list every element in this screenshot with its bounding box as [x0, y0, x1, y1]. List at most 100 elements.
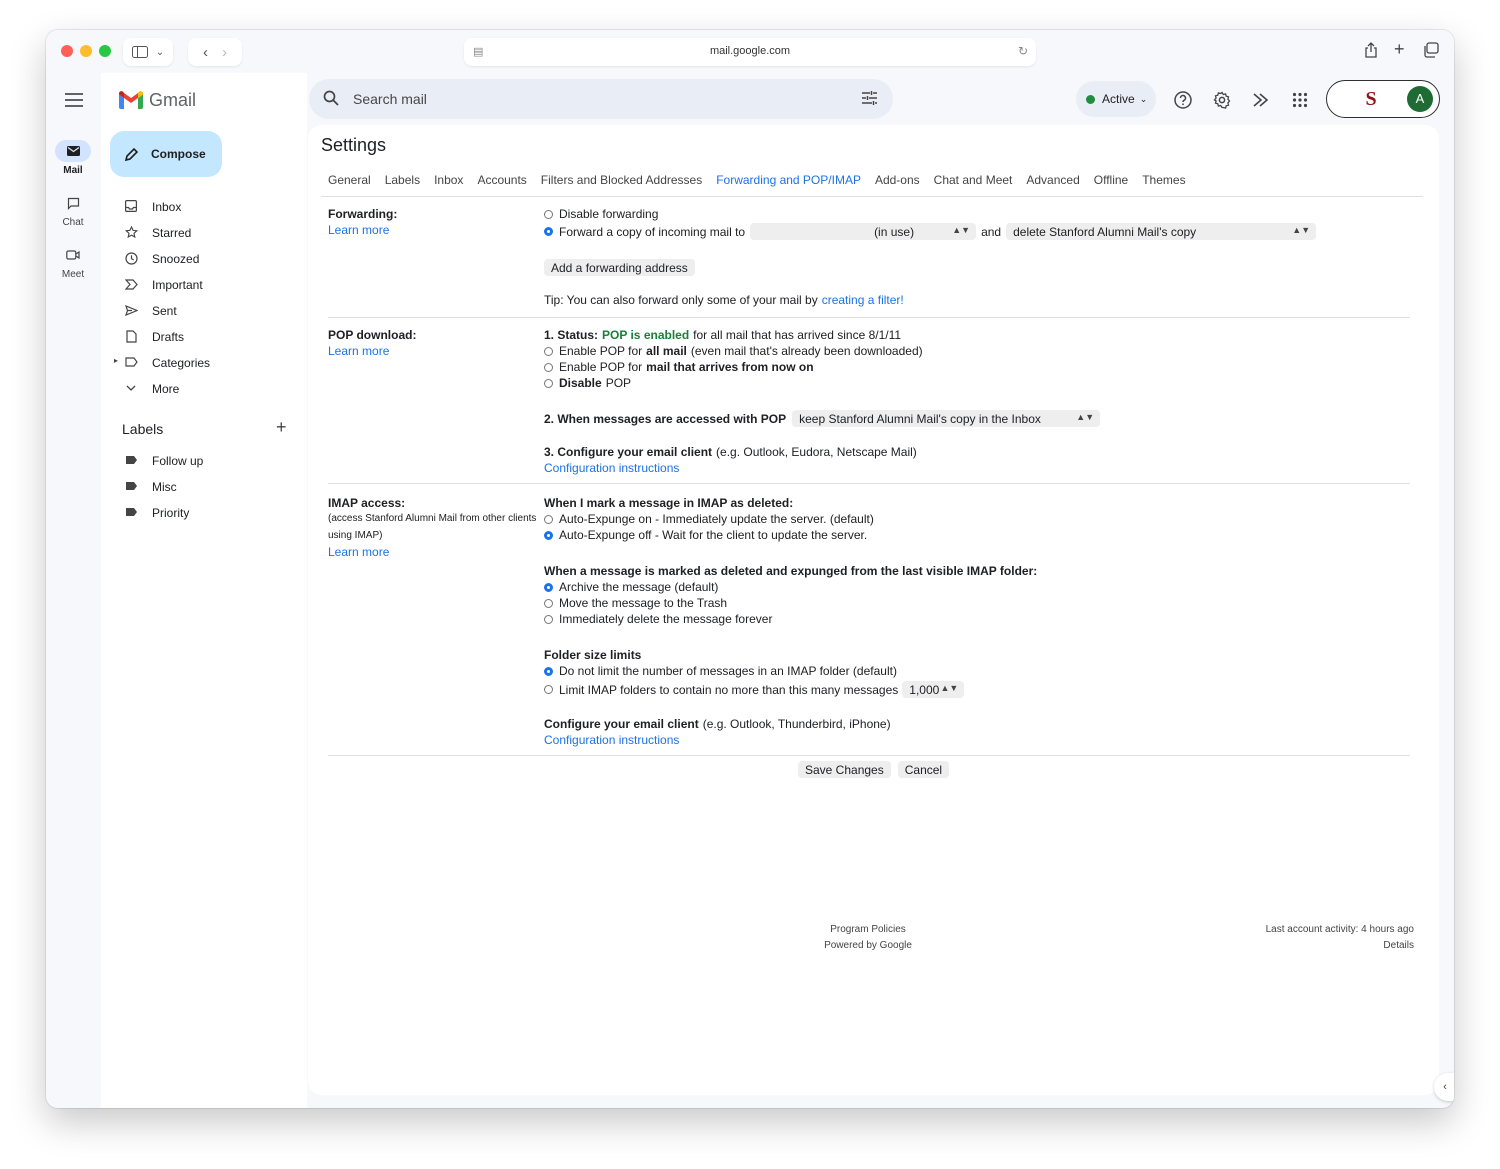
tab-accounts[interactable]: Accounts — [470, 169, 533, 195]
search-options-icon[interactable] — [861, 90, 878, 109]
label-item-misc[interactable]: Misc — [101, 473, 307, 499]
rail-item-mail[interactable]: Mail — [46, 140, 100, 176]
imap-subtitle: (access Stanford Alumni Mail from other … — [328, 513, 537, 541]
tab-labels[interactable]: Labels — [378, 169, 427, 195]
tab-general[interactable]: General — [321, 169, 378, 195]
browser-toolbar: ⌄ ‹ › ▤ mail.google.com ↻ + — [46, 30, 1454, 73]
tab-offline[interactable]: Offline — [1087, 169, 1135, 195]
pop-access-select[interactable]: keep Stanford Alumni Mail's copy in the … — [792, 410, 1101, 427]
trash-option[interactable]: Move the message to the Trash — [544, 596, 727, 610]
nav-item-important[interactable]: Important — [101, 271, 307, 297]
minimize-window-button[interactable] — [80, 45, 92, 57]
apps-grid-icon[interactable] — [1290, 90, 1310, 110]
clock-icon — [124, 251, 138, 265]
pop-disable-option[interactable]: Disable POP — [544, 376, 631, 390]
save-changes-button[interactable]: Save Changes — [798, 761, 891, 778]
expand-arrow-icon[interactable]: ▸ — [114, 356, 118, 365]
nav-item-starred[interactable]: Starred — [101, 219, 307, 245]
option-label-strong: all mail — [646, 344, 687, 358]
pop-config-link-row: Configuration instructions — [544, 461, 679, 475]
delete-forever-option[interactable]: Immediately delete the message forever — [544, 612, 772, 626]
zoom-window-button[interactable] — [99, 45, 111, 57]
nav-item-sent[interactable]: Sent — [101, 297, 307, 323]
create-filter-link[interactable]: creating a filter! — [822, 293, 904, 307]
nav-item-categories[interactable]: ▸ Categories — [101, 349, 307, 375]
add-label-icon[interactable]: + — [276, 417, 287, 438]
pop-from-now-option[interactable]: Enable POP for mail that arrives from no… — [544, 360, 814, 374]
limit-radio[interactable] — [544, 685, 553, 694]
tab-forwarding-pop-imap[interactable]: Forwarding and POP/IMAP — [709, 169, 868, 195]
search-input[interactable]: Search mail — [353, 91, 427, 107]
nav-item-inbox[interactable]: Inbox — [101, 193, 307, 219]
pop-learn-more-link[interactable]: Learn more — [328, 344, 389, 358]
program-policies-link[interactable]: Program Policies — [808, 922, 928, 938]
new-tab-icon[interactable]: + — [1394, 39, 1405, 60]
help-icon[interactable] — [1173, 90, 1193, 110]
tab-advanced[interactable]: Advanced — [1019, 169, 1086, 195]
archive-option[interactable]: Archive the message (default) — [544, 580, 718, 594]
avatar[interactable]: A — [1407, 86, 1433, 112]
label-item-priority[interactable]: Priority — [101, 499, 307, 525]
gmail-logo[interactable]: Gmail — [119, 88, 196, 112]
pop-disable-radio[interactable] — [544, 378, 553, 388]
archive-radio[interactable] — [544, 582, 553, 592]
no-limit-option[interactable]: Do not limit the number of messages in a… — [544, 664, 897, 678]
expunge-on-radio[interactable] — [544, 514, 553, 524]
account-switcher[interactable]: S A — [1326, 80, 1440, 118]
details-link[interactable]: Details — [1266, 938, 1414, 954]
expunge-off-radio[interactable] — [544, 530, 553, 540]
limit-option[interactable]: Limit IMAP folders to contain no more th… — [544, 681, 965, 698]
nav-item-more[interactable]: More — [101, 375, 307, 401]
pop-configuration-instructions-link[interactable]: Configuration instructions — [544, 461, 679, 475]
forwarding-action-select[interactable]: delete Stanford Alumni Mail's copy ▲▼ — [1006, 223, 1317, 240]
main-menu-icon[interactable] — [65, 93, 83, 107]
section-divider — [328, 755, 1410, 756]
forwarding-learn-more-link[interactable]: Learn more — [328, 223, 389, 237]
rail-item-chat[interactable]: Chat — [46, 192, 100, 228]
tab-inbox[interactable]: Inbox — [427, 169, 470, 195]
pop-all-mail-option[interactable]: Enable POP for all mail (even mail that'… — [544, 344, 923, 358]
add-forwarding-address-button[interactable]: Add a forwarding address — [544, 259, 695, 276]
address-bar[interactable]: ▤ mail.google.com ↻ — [464, 38, 1036, 66]
imap-learn-more-link[interactable]: Learn more — [328, 545, 389, 559]
forward-copy-radio[interactable] — [544, 227, 553, 236]
side-panel-toggle[interactable]: ‹ — [1434, 1073, 1454, 1101]
back-button[interactable]: ‹ — [203, 44, 208, 61]
nav-item-drafts[interactable]: Drafts — [101, 323, 307, 349]
share-icon[interactable] — [1364, 42, 1378, 63]
gemini-icon[interactable] — [1251, 90, 1271, 110]
tab-chat-and-meet[interactable]: Chat and Meet — [927, 169, 1020, 195]
rail-item-meet[interactable]: Meet — [46, 244, 100, 280]
sidebar-toggle-button[interactable]: ⌄ — [123, 38, 173, 66]
delete-forever-radio[interactable] — [544, 614, 553, 624]
pop-from-now-radio[interactable] — [544, 362, 553, 372]
search-icon[interactable] — [323, 90, 339, 109]
compose-button[interactable]: Compose — [110, 131, 222, 177]
tab-overview-icon[interactable] — [1423, 42, 1439, 63]
label-icon — [124, 505, 138, 519]
forwarding-address-select[interactable]: (in use) ▲▼ — [750, 223, 977, 240]
trash-radio[interactable] — [544, 598, 553, 608]
search-bar[interactable]: Search mail — [309, 79, 893, 119]
tab-filters[interactable]: Filters and Blocked Addresses — [534, 169, 709, 195]
expunge-on-option[interactable]: Auto-Expunge on - Immediately update the… — [544, 512, 874, 526]
forward-button[interactable]: › — [222, 44, 227, 61]
settings-gear-icon[interactable] — [1212, 90, 1232, 110]
tab-themes[interactable]: Themes — [1135, 169, 1192, 195]
disable-forwarding-radio[interactable] — [544, 209, 553, 219]
disable-forwarding-option[interactable]: Disable forwarding — [544, 207, 658, 221]
label-item-follow-up[interactable]: Follow up — [101, 447, 307, 473]
tab-add-ons[interactable]: Add-ons — [868, 169, 927, 195]
tabs-divider — [321, 196, 1423, 197]
close-window-button[interactable] — [61, 45, 73, 57]
forward-copy-option[interactable]: Forward a copy of incoming mail to (in u… — [544, 223, 1317, 240]
status-selector[interactable]: Active ⌄ — [1076, 81, 1156, 117]
nav-item-snoozed[interactable]: Snoozed — [101, 245, 307, 271]
no-limit-radio[interactable] — [544, 666, 553, 676]
cancel-button[interactable]: Cancel — [897, 761, 950, 778]
expunge-off-option[interactable]: Auto-Expunge off - Wait for the client t… — [544, 528, 867, 542]
pop-all-mail-radio[interactable] — [544, 346, 553, 356]
reload-icon[interactable]: ↻ — [1018, 44, 1028, 58]
imap-configuration-instructions-link[interactable]: Configuration instructions — [544, 733, 679, 747]
folder-limit-select[interactable]: 1,000 ▲▼ — [902, 681, 965, 698]
